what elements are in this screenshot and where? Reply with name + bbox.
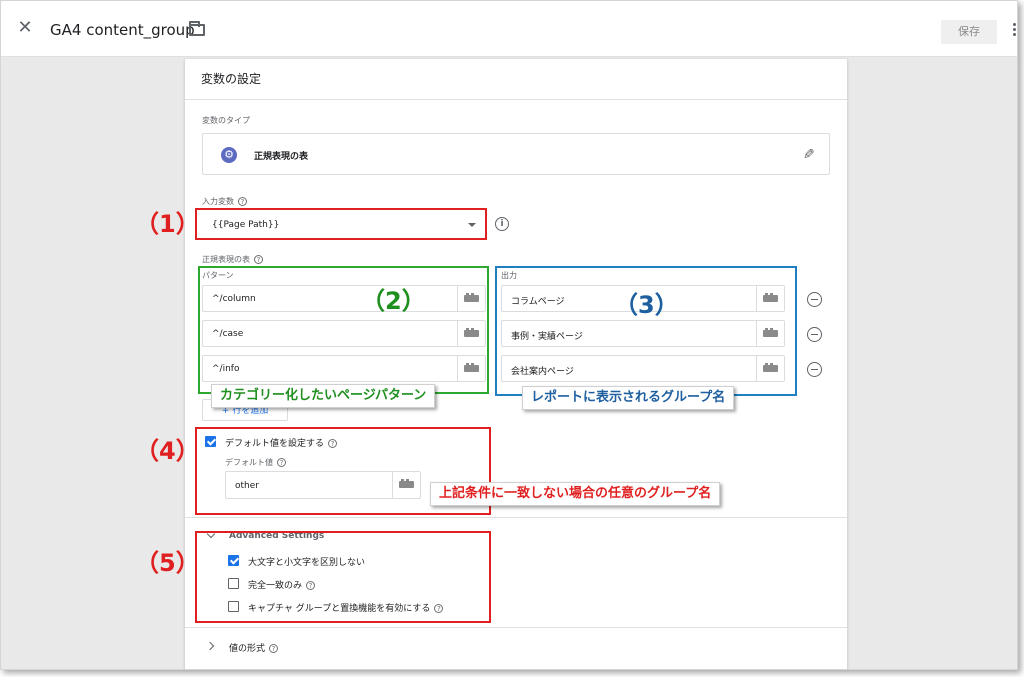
editor-window: ✕ GA4 content_group 保存 変数の設定 変数のタイプ ⚙ 正規… bbox=[0, 0, 1018, 670]
remove-row-icon[interactable] bbox=[807, 327, 822, 342]
help-icon[interactable]: ? bbox=[269, 644, 279, 653]
input-variable-label: 入力変数 bbox=[202, 197, 234, 206]
pattern-callout: カテゴリー化したいページパターン bbox=[211, 384, 436, 408]
top-bar: ✕ GA4 content_group 保存 bbox=[1, 1, 1017, 57]
variable-type-selector[interactable]: ⚙ 正規表現の表 ✎ bbox=[202, 133, 830, 175]
annotation-number-4: （4） bbox=[135, 437, 200, 465]
chevron-right-icon[interactable] bbox=[205, 641, 215, 651]
divider bbox=[185, 99, 847, 100]
help-icon[interactable]: ? bbox=[238, 197, 247, 206]
divider bbox=[185, 517, 847, 518]
info-icon[interactable]: i bbox=[495, 217, 509, 231]
save-button[interactable]: 保存 bbox=[941, 20, 997, 44]
annotation-number-1: （1） bbox=[135, 210, 200, 238]
value-format-label: 値の形式 bbox=[229, 644, 266, 654]
remove-row-icon[interactable] bbox=[807, 292, 822, 307]
regex-table-label: 正規表現の表 bbox=[202, 255, 250, 264]
help-icon[interactable]: ? bbox=[254, 255, 263, 264]
annotation-number-5: （5） bbox=[135, 549, 200, 577]
regex-table-heading: 正規表現の表? bbox=[202, 254, 263, 265]
output-callout: レポートに表示されるグループ名 bbox=[522, 386, 735, 410]
variable-type-label: 変数のタイプ bbox=[202, 116, 250, 125]
more-menu-icon[interactable] bbox=[1013, 23, 1016, 37]
annotation-box-input-variable bbox=[195, 208, 487, 240]
annotation-box-outputs bbox=[495, 266, 797, 396]
close-icon[interactable]: ✕ bbox=[15, 18, 35, 38]
pencil-icon[interactable]: ✎ bbox=[803, 147, 815, 163]
section-title: 変数の設定 bbox=[201, 72, 262, 86]
annotation-box-patterns bbox=[198, 266, 489, 394]
gear-icon: ⚙ bbox=[221, 147, 237, 163]
folder-icon[interactable] bbox=[189, 21, 205, 36]
annotation-box-advanced bbox=[195, 531, 491, 623]
divider bbox=[185, 627, 847, 628]
default-callout: 上記条件に一致しない場合の任意のグループ名 bbox=[430, 482, 721, 506]
input-variable-heading: 入力変数? bbox=[202, 196, 247, 207]
remove-row-icon[interactable] bbox=[807, 362, 822, 377]
variable-type-value: 正規表現の表 bbox=[254, 152, 309, 162]
variable-title[interactable]: GA4 content_group bbox=[50, 21, 195, 39]
value-format-row[interactable]: 値の形式? bbox=[229, 641, 279, 654]
